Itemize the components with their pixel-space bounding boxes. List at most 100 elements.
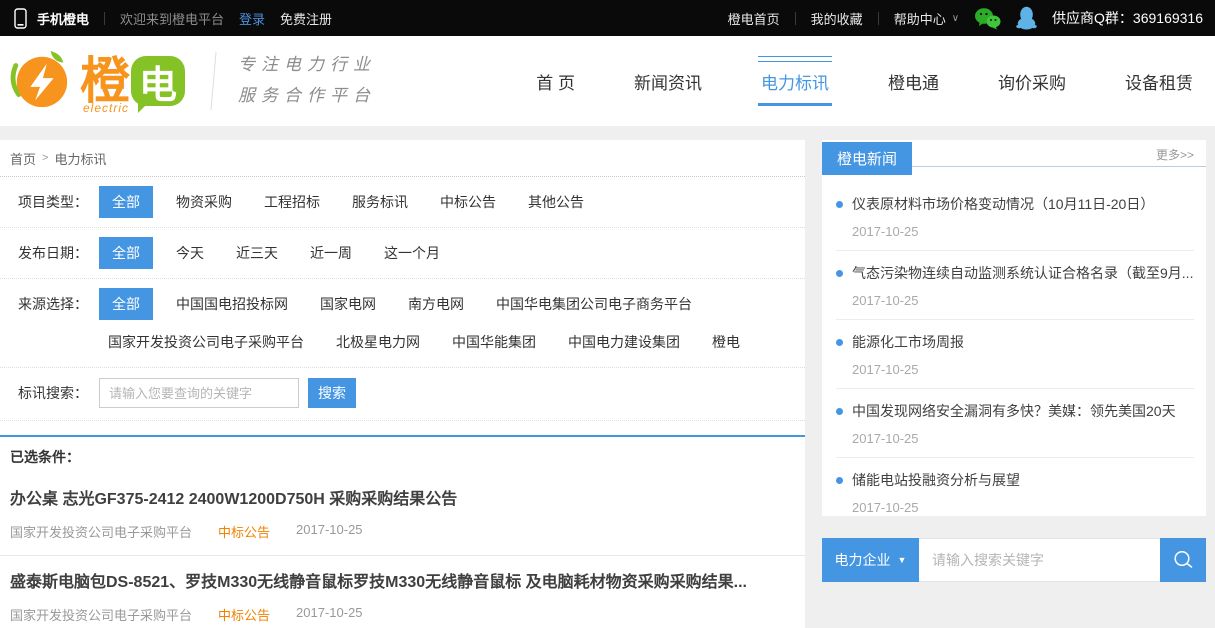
wechat-icon[interactable] xyxy=(974,7,1001,30)
filter-option[interactable]: 今天 xyxy=(167,237,213,269)
filter-option[interactable]: 其他公告 xyxy=(519,186,593,218)
divider xyxy=(104,12,105,25)
company-category-label: 电力企业 xyxy=(835,550,891,570)
news-title-row: 储能电站投融资分析与展望 xyxy=(836,470,1194,490)
nav-item[interactable]: 电力标讯 xyxy=(761,60,829,103)
news-title: 仪表原材料市场价格变动情况（10月11日-20日） xyxy=(852,194,1154,214)
news-date: 2017-10-25 xyxy=(852,431,1194,446)
filter-option[interactable]: 近一周 xyxy=(301,237,361,269)
result-item: 办公桌 志光GF375-2412 2400W1200D750H 采购采购结果公告… xyxy=(0,473,805,556)
filter-label: 项目类型： xyxy=(18,186,99,218)
nav-item[interactable]: 设备租赁 xyxy=(1125,60,1193,103)
filter-options: 全部物资采购工程招标服务标讯中标公告其他公告 xyxy=(99,186,593,218)
filter-option[interactable]: 北极星电力网 xyxy=(327,326,429,358)
result-source: 国家开发投资公司电子采购平台 xyxy=(10,522,192,541)
help-center-link[interactable]: 帮助中心 ∨ xyxy=(894,9,959,28)
result-date: 2017-10-25 xyxy=(296,605,363,624)
result-title[interactable]: 办公桌 志光GF375-2412 2400W1200D750H 采购采购结果公告 xyxy=(10,485,787,509)
result-tag-badge: 中标公告 xyxy=(218,605,270,624)
filter-option[interactable]: 全部 xyxy=(99,186,153,218)
logo-text-cheng: 橙 xyxy=(80,56,128,106)
news-item[interactable]: 气态污染物连续自动监测系统认证合格名录（截至9月...2017-10-25 xyxy=(836,251,1194,320)
filter-option[interactable]: 国家电网 xyxy=(311,288,385,320)
breadcrumb-separator: > xyxy=(42,152,48,164)
filter-option[interactable]: 国家开发投资公司电子采购平台 xyxy=(99,326,313,358)
magnifier-icon xyxy=(1172,549,1195,572)
company-category-dropdown[interactable]: 电力企业 ▼ xyxy=(822,538,919,582)
divider xyxy=(795,12,796,25)
news-title: 气态污染物连续自动监测系统认证合格名录（截至9月... xyxy=(852,263,1193,283)
news-date: 2017-10-25 xyxy=(852,500,1194,515)
topbar: 手机橙电 欢迎来到橙电平台 登录 免费注册 橙电首页 我的收藏 帮助中心 ∨ xyxy=(0,0,1215,36)
news-item[interactable]: 仪表原材料市场价格变动情况（10月11日-20日） 2017-10-25 xyxy=(836,182,1194,251)
news-title-row: 能源化工市场周报 xyxy=(836,332,1194,352)
filter-label: 来源选择： xyxy=(18,288,99,320)
filter-option[interactable]: 中国电力建设集团 xyxy=(559,326,689,358)
news-more-link[interactable]: 更多>> xyxy=(1156,146,1194,163)
filter-option[interactable]: 工程招标 xyxy=(255,186,329,218)
news-item[interactable]: 中国发现网络安全漏洞有多快？美媒：领先美国20天 2017-10-25 xyxy=(836,389,1194,458)
divider xyxy=(878,12,879,25)
filter-options: 全部今天近三天近一周这一个月 xyxy=(99,237,449,269)
news-title: 储能电站投融资分析与展望 xyxy=(852,470,1020,490)
register-link[interactable]: 免费注册 xyxy=(280,9,332,28)
company-search-button[interactable] xyxy=(1160,538,1206,582)
welcome-text: 欢迎来到橙电平台 xyxy=(120,9,224,28)
breadcrumb-current: 电力标讯 xyxy=(54,149,106,168)
tagline-line-1: 专注电力行业 xyxy=(238,50,376,81)
nav-item[interactable]: 橙电通 xyxy=(888,60,939,103)
filter-option[interactable]: 中标公告 xyxy=(431,186,505,218)
filter-option[interactable]: 近三天 xyxy=(227,237,287,269)
result-meta: 国家开发投资公司电子采购平台 中标公告 2017-10-25 xyxy=(10,605,787,624)
bid-search-label: 标讯搜索： xyxy=(18,383,99,403)
news-date: 2017-10-25 xyxy=(852,362,1194,377)
filter-option[interactable]: 中国华能集团 xyxy=(443,326,545,358)
bullet-icon xyxy=(836,477,843,484)
nav-item[interactable]: 首 页 xyxy=(536,60,575,103)
breadcrumb-home-link[interactable]: 首页 xyxy=(10,149,36,168)
bid-search-input[interactable] xyxy=(99,378,299,408)
filter-option[interactable]: 中国国电招投标网 xyxy=(167,288,297,320)
site-home-link[interactable]: 橙电首页 xyxy=(728,9,780,28)
result-list: 办公桌 志光GF375-2412 2400W1200D750H 采购采购结果公告… xyxy=(0,473,805,628)
caret-down-icon: ▼ xyxy=(898,555,907,565)
result-source: 国家开发投资公司电子采购平台 xyxy=(10,605,192,624)
news-title-row: 气态污染物连续自动监测系统认证合格名录（截至9月... xyxy=(836,263,1194,283)
selected-conditions-label: 已选条件： xyxy=(0,435,805,473)
bid-search-button[interactable]: 搜索 xyxy=(308,378,356,408)
news-title-row: 仪表原材料市场价格变动情况（10月11日-20日） xyxy=(836,194,1194,214)
bullet-icon xyxy=(836,270,843,277)
news-panel-header: 橙电新闻 更多>> xyxy=(822,142,1206,176)
breadcrumb: 首页 > 电力标讯 xyxy=(0,140,805,177)
news-date: 2017-10-25 xyxy=(852,224,1194,239)
news-title: 中国发现网络安全漏洞有多快？美媒：领先美国20天 xyxy=(852,401,1176,421)
phone-icon xyxy=(14,8,27,29)
site-tagline: 专注电力行业 服务合作平台 xyxy=(238,50,376,111)
filter-option[interactable]: 全部 xyxy=(99,288,153,320)
login-link[interactable]: 登录 xyxy=(239,9,265,28)
supplier-qq-group: 供应商Q群：369169316 xyxy=(1052,8,1203,28)
site-logo[interactable]: 橙 电 electric xyxy=(10,50,185,112)
bid-list-panel: 首页 > 电力标讯 项目类型：全部物资采购工程招标服务标讯中标公告其他公告发布日… xyxy=(0,140,805,628)
nav-item[interactable]: 新闻资讯 xyxy=(634,60,702,103)
tab-news[interactable]: 橙电新闻 xyxy=(822,142,912,175)
logo-lightning-icon xyxy=(10,50,72,112)
nav-item[interactable]: 询价采购 xyxy=(998,60,1066,103)
favorites-link[interactable]: 我的收藏 xyxy=(811,9,863,28)
filter-option[interactable]: 全部 xyxy=(99,237,153,269)
filter-option[interactable]: 南方电网 xyxy=(399,288,473,320)
filter-option[interactable]: 物资采购 xyxy=(167,186,241,218)
company-search-input[interactable] xyxy=(919,538,1160,582)
news-item[interactable]: 储能电站投融资分析与展望 2017-10-25 xyxy=(836,458,1194,516)
filter-options: 全部中国国电招投标网国家电网南方电网中国华电集团公司电子商务平台国家开发投资公司… xyxy=(99,288,779,358)
site-header: 橙 电 electric 专注电力行业 服务合作平台 首 页 新闻资讯 电力标讯 橙电… xyxy=(0,36,1215,126)
qq-icon[interactable] xyxy=(1016,6,1037,30)
filter-option[interactable]: 橙电 xyxy=(703,326,749,358)
mobile-site-link[interactable]: 手机橙电 xyxy=(37,9,89,28)
filter-option[interactable]: 中国华电集团公司电子商务平台 xyxy=(487,288,701,320)
filter-label: 发布日期： xyxy=(18,237,99,269)
news-item[interactable]: 能源化工市场周报 2017-10-25 xyxy=(836,320,1194,389)
filter-option[interactable]: 服务标讯 xyxy=(343,186,417,218)
filter-option[interactable]: 这一个月 xyxy=(375,237,449,269)
result-title[interactable]: 盛泰斯电脑包DS-8521、罗技M330无线静音鼠标罗技M330无线静音鼠标 及… xyxy=(10,568,787,592)
